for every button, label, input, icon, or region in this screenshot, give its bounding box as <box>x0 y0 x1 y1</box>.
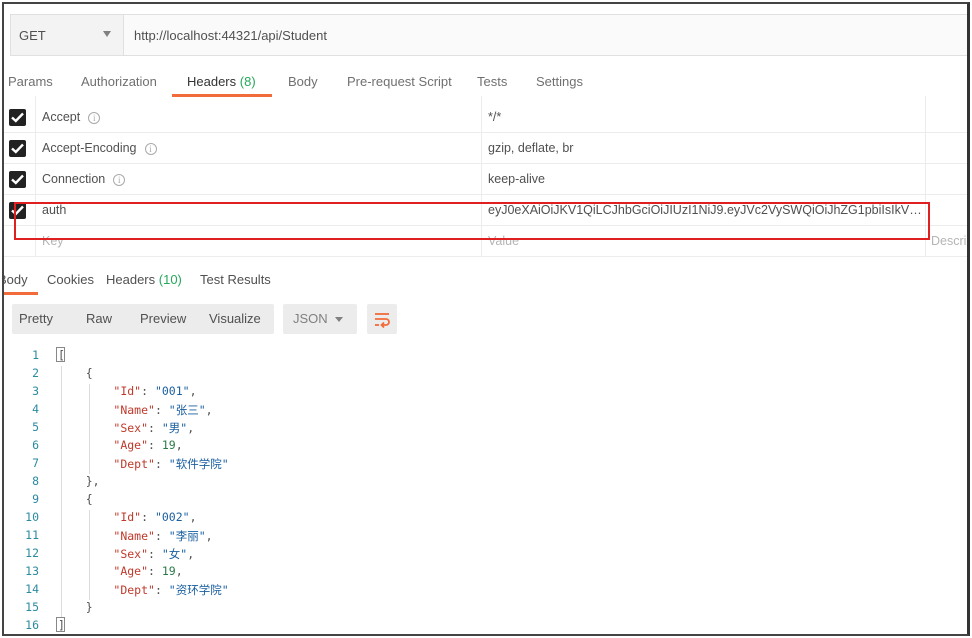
code-line: { <box>58 366 93 380</box>
format-select[interactable]: JSON <box>283 304 357 334</box>
request-bar: GET http://localhost:44321/api/Student <box>10 14 967 56</box>
line-number: 9 <box>32 492 39 506</box>
tab-params[interactable]: Params <box>8 74 53 89</box>
code-line: } <box>58 600 93 614</box>
visualize-button[interactable]: Visualize <box>209 311 261 326</box>
tab-response-headers[interactable]: Headers (10) <box>106 272 182 287</box>
code-line: "Age": 19, <box>113 438 183 452</box>
pretty-button[interactable]: Pretty <box>19 311 53 326</box>
header-value[interactable]: keep-alive <box>488 172 922 186</box>
highlight-annotation <box>14 202 930 240</box>
response-headers-count: (10) <box>158 272 182 287</box>
active-tab-indicator <box>4 292 38 295</box>
header-value[interactable]: */* <box>488 110 922 124</box>
line-number: 15 <box>25 600 39 614</box>
bracket-match-highlight <box>56 347 65 362</box>
line-number: 6 <box>32 438 39 452</box>
tab-pre-request-script[interactable]: Pre-request Script <box>347 74 452 89</box>
tab-cookies[interactable]: Cookies <box>47 272 94 287</box>
header-key[interactable]: Connection <box>42 172 105 186</box>
code-line: "Name": "张三", <box>113 403 213 417</box>
line-number: 4 <box>32 402 39 416</box>
header-row: Accept-Encoding i gzip, deflate, br <box>4 133 967 164</box>
header-key[interactable]: Accept-Encoding <box>42 141 137 155</box>
postman-window: GET http://localhost:44321/api/Student P… <box>2 2 970 636</box>
line-number: 2 <box>32 366 39 380</box>
line-number: 3 <box>32 384 39 398</box>
checkbox[interactable] <box>9 109 26 126</box>
line-number: 13 <box>25 564 39 578</box>
raw-button[interactable]: Raw <box>86 311 112 326</box>
code-line: "Id": "002", <box>113 510 197 524</box>
tab-body[interactable]: Body <box>288 74 318 89</box>
indent-guide <box>89 510 91 600</box>
header-row: Accept i */* <box>4 102 967 133</box>
code-line: "Age": 19, <box>113 564 183 578</box>
info-icon[interactable]: i <box>113 174 126 186</box>
headers-count: (8) <box>239 74 256 89</box>
checkbox[interactable] <box>9 171 26 188</box>
header-value[interactable]: gzip, deflate, br <box>488 141 922 155</box>
response-tabs: Body Cookies Headers (10) Test Results <box>4 266 967 296</box>
code-line: "Sex": "男", <box>113 421 195 435</box>
bracket-match-highlight <box>56 617 65 632</box>
line-number: 14 <box>25 582 39 596</box>
wrap-lines-icon <box>375 313 390 329</box>
code-line: { <box>58 492 93 506</box>
request-tabs: Params Authorization Headers (8) Body Pr… <box>4 66 967 100</box>
chevron-down-icon <box>335 317 343 322</box>
preview-button[interactable]: Preview <box>140 311 186 326</box>
info-icon[interactable]: i <box>88 112 101 124</box>
format-toolbar: Pretty Raw Preview Visualize <box>12 304 274 334</box>
line-number: 7 <box>32 456 39 470</box>
code-line: "Id": "001", <box>113 384 197 398</box>
line-number: 5 <box>32 420 39 434</box>
tab-response-body[interactable]: Body <box>4 272 28 287</box>
code-line: "Dept": "资环学院" <box>113 583 229 597</box>
code-line: "Sex": "女", <box>113 547 195 561</box>
code-line: }, <box>58 474 100 488</box>
code-line: "Name": "李丽", <box>113 529 213 543</box>
url-input[interactable]: http://localhost:44321/api/Student <box>124 15 967 55</box>
tab-test-results[interactable]: Test Results <box>200 272 271 287</box>
checkbox[interactable] <box>9 140 26 157</box>
line-number: 16 <box>25 618 39 632</box>
header-key[interactable]: Accept <box>42 110 80 124</box>
tab-settings[interactable]: Settings <box>536 74 583 89</box>
method-select[interactable]: GET <box>11 15 124 55</box>
tab-authorization[interactable]: Authorization <box>81 74 157 89</box>
new-description-input[interactable]: Descri <box>931 234 967 248</box>
line-number: 11 <box>25 528 39 542</box>
line-number: 12 <box>25 546 39 560</box>
indent-guide <box>61 366 63 618</box>
wrap-lines-button[interactable] <box>367 304 397 334</box>
tab-tests[interactable]: Tests <box>477 74 507 89</box>
code-line: "Dept": "软件学院" <box>113 457 229 471</box>
method-label: GET <box>19 27 46 43</box>
tab-headers[interactable]: Headers (8) <box>187 74 256 89</box>
info-icon[interactable]: i <box>144 143 157 155</box>
line-number: 1 <box>32 348 39 362</box>
header-row: Connection i keep-alive <box>4 164 967 195</box>
chevron-down-icon <box>103 31 111 37</box>
indent-guide <box>89 384 91 474</box>
line-number: 10 <box>25 510 39 524</box>
line-number: 8 <box>32 474 39 488</box>
format-select-label: JSON <box>293 311 328 326</box>
